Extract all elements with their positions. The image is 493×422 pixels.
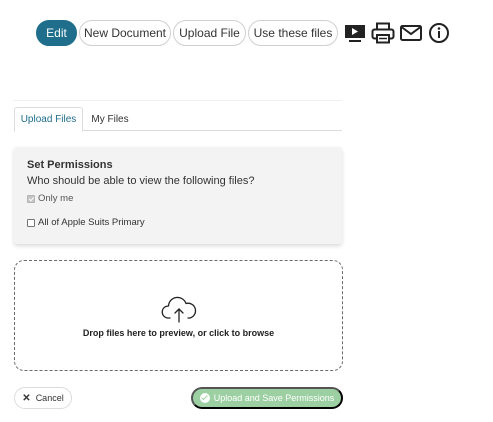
- new-document-button[interactable]: New Document: [79, 20, 171, 46]
- tab-bar: Upload Files My Files: [14, 107, 342, 132]
- use-these-files-button[interactable]: Use these files: [248, 20, 338, 46]
- upload-file-button[interactable]: Upload File: [173, 20, 246, 46]
- tab-my-files[interactable]: My Files: [85, 107, 135, 132]
- upload-save-permissions-button[interactable]: Upload and Save Permissions: [191, 387, 343, 409]
- check-circle-icon: [199, 393, 210, 403]
- info-icon[interactable]: [426, 20, 452, 46]
- all-of-group-checkbox[interactable]: [27, 218, 35, 227]
- all-of-group-option[interactable]: All of Apple Suits Primary: [27, 217, 329, 228]
- only-me-option: Only me: [27, 193, 329, 204]
- permissions-title: Set Permissions: [27, 159, 113, 171]
- tab-upload-files[interactable]: Upload Files: [14, 107, 83, 132]
- upload-save-label: Upload and Save Permissions: [213, 393, 335, 403]
- print-icon[interactable]: [370, 20, 396, 46]
- file-dropzone[interactable]: Drop files here to preview, or click to …: [14, 260, 343, 371]
- close-icon: ✕: [22, 392, 31, 404]
- toolbar: Edit New Document Upload File Use these …: [36, 20, 452, 46]
- all-of-group-label: All of Apple Suits Primary: [38, 217, 145, 228]
- permissions-question: Who should be able to view the following…: [27, 175, 255, 187]
- divider: [14, 100, 342, 101]
- only-me-label: Only me: [38, 193, 74, 204]
- cancel-button[interactable]: ✕ Cancel: [14, 387, 72, 409]
- permissions-panel: Set Permissions Who should be able to vi…: [14, 147, 342, 244]
- cancel-label: Cancel: [35, 393, 64, 403]
- video-icon[interactable]: [342, 20, 368, 46]
- only-me-checkbox: [27, 194, 35, 203]
- dropzone-text: Drop files here to preview, or click to …: [82, 328, 275, 338]
- edit-button[interactable]: Edit: [36, 20, 77, 46]
- cloud-upload-icon: [161, 296, 197, 323]
- mail-icon[interactable]: [398, 20, 424, 46]
